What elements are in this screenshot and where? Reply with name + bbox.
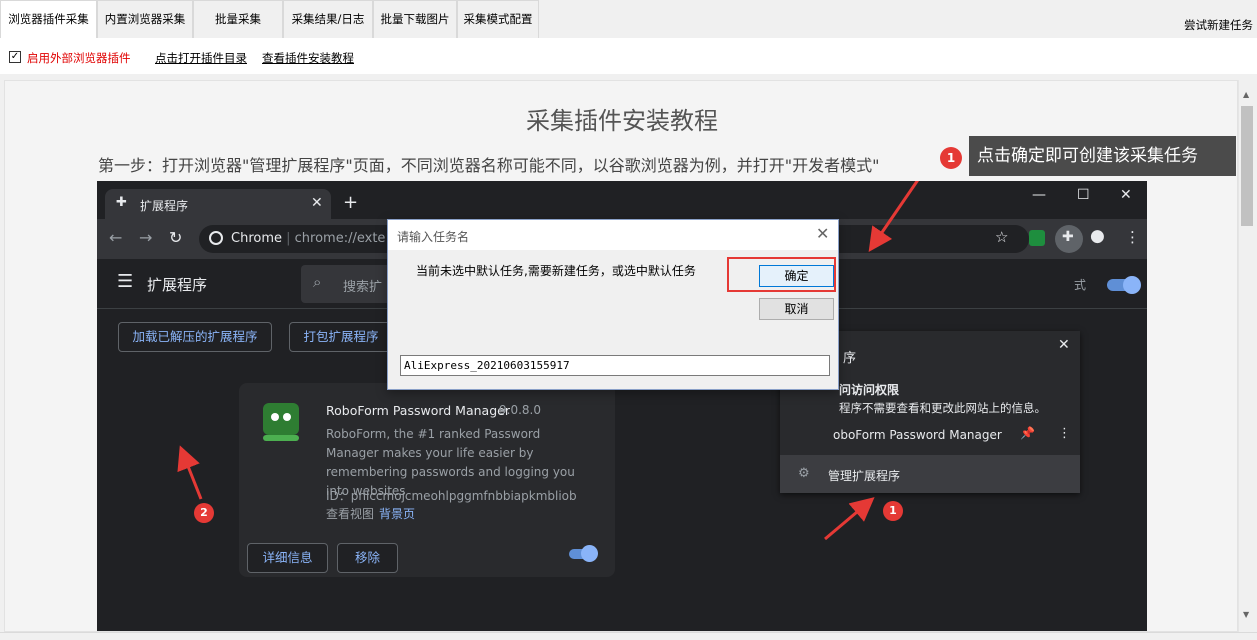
scrollbar-thumb[interactable] bbox=[1241, 106, 1253, 226]
scroll-down-icon[interactable]: ▼ bbox=[1243, 610, 1249, 619]
dialog-title: 请输入任务名 bbox=[397, 230, 470, 244]
callout-bubble: 点击确定即可创建该采集任务 bbox=[969, 136, 1236, 176]
cancel-button[interactable]: 取消 bbox=[759, 298, 834, 320]
enable-plugin-checkbox[interactable]: ✓ bbox=[9, 51, 21, 63]
vertical-scrollbar[interactable]: ▲ ▼ bbox=[1238, 80, 1255, 632]
tab-collect-mode-config[interactable]: 采集模式配置 bbox=[457, 0, 539, 38]
arrow-to-load bbox=[177, 445, 203, 500]
enable-plugin-label[interactable]: 启用外部浏览器插件 bbox=[27, 50, 131, 66]
try-new-task-link[interactable]: 尝试新建任务 bbox=[1184, 17, 1253, 33]
arrow-to-confirm bbox=[868, 181, 920, 252]
scroll-up-icon[interactable]: ▲ bbox=[1243, 90, 1249, 99]
options-row: ✓ 启用外部浏览器插件 点击打开插件目录 查看插件安装教程 bbox=[0, 38, 1257, 74]
dialog-message: 当前未选中默认任务,需要新建任务，或选中默认任务 bbox=[416, 264, 696, 278]
tab-batch-download-images[interactable]: 批量下载图片 bbox=[373, 0, 457, 38]
tab-browser-plugin-collect[interactable]: 浏览器插件采集 bbox=[0, 0, 97, 39]
tab-builtin-browser-collect[interactable]: 内置浏览器采集 bbox=[97, 0, 193, 38]
dialog-titlebar: 请输入任务名 ✕ bbox=[388, 220, 838, 250]
dialog-close-icon[interactable]: ✕ bbox=[816, 224, 829, 243]
open-plugin-dir-link[interactable]: 点击打开插件目录 bbox=[155, 50, 247, 66]
tab-batch-collect[interactable]: 批量采集 bbox=[193, 0, 283, 38]
view-tutorial-link[interactable]: 查看插件安装教程 bbox=[262, 50, 354, 66]
task-name-input[interactable]: AliExpress_20210603155917 bbox=[400, 355, 830, 376]
tutorial-title: 采集插件安装教程 bbox=[526, 107, 718, 135]
callout-number-badge: 1 bbox=[940, 147, 962, 169]
top-tab-bar: 浏览器插件采集 内置浏览器采集 批量采集 采集结果/日志 批量下载图片 采集模式… bbox=[0, 0, 1257, 39]
arrow-to-manage bbox=[824, 497, 875, 541]
task-name-dialog: 请输入任务名 ✕ 当前未选中默认任务,需要新建任务，或选中默认任务 确定 取消 … bbox=[387, 219, 839, 390]
ok-button[interactable]: 确定 bbox=[759, 265, 834, 287]
tab-results-log[interactable]: 采集结果/日志 bbox=[283, 0, 373, 38]
tutorial-step1: 第一步：打开浏览器"管理扩展程序"页面，不同浏览器名称可能不同，以谷歌浏览器为例… bbox=[98, 156, 880, 175]
bottom-strip bbox=[0, 632, 1257, 640]
